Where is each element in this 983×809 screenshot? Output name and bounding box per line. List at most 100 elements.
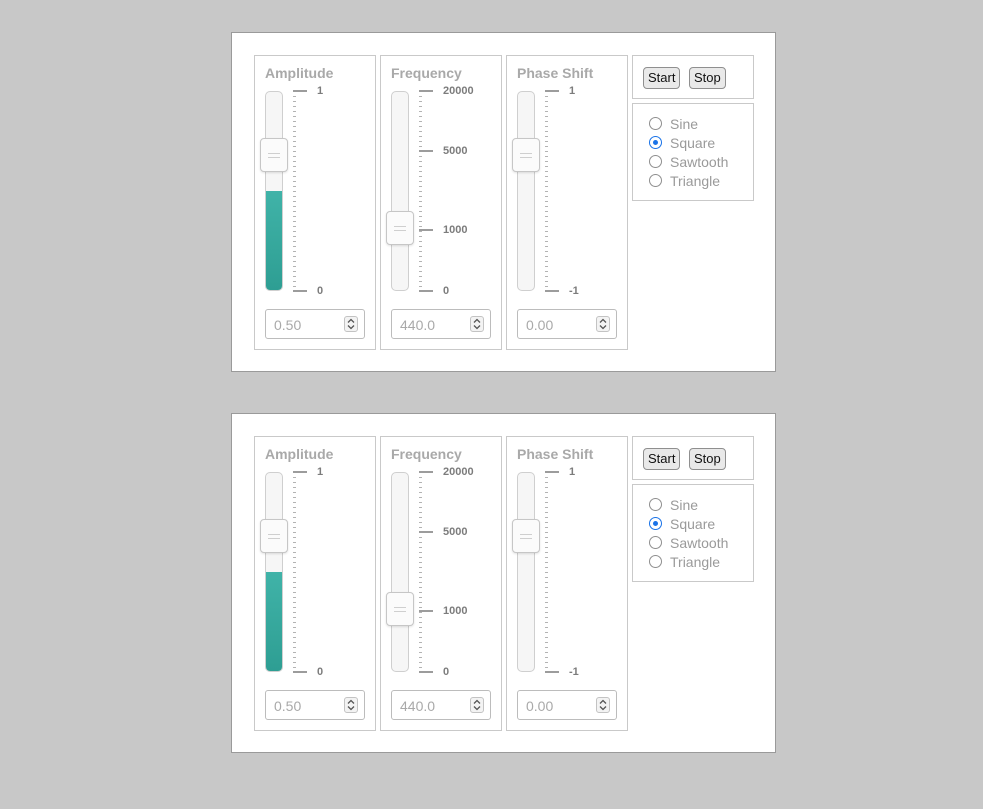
- minor-tick: [545, 216, 548, 217]
- minor-tick: [293, 617, 296, 618]
- minor-tick: [293, 191, 296, 192]
- frequency-tick-label: 1000: [443, 605, 468, 617]
- amplitude-number-input[interactable]: 0.50: [265, 690, 365, 720]
- start-button[interactable]: Start: [643, 448, 681, 470]
- minor-tick: [293, 637, 296, 638]
- minor-tick: [545, 602, 548, 603]
- phase-shift-number-input[interactable]: 0.00: [517, 309, 617, 339]
- spinner-icon[interactable]: [470, 697, 484, 713]
- minor-tick: [419, 542, 422, 543]
- spinner-icon[interactable]: [344, 697, 358, 713]
- radio-circle[interactable]: [649, 136, 662, 149]
- minor-tick: [293, 286, 296, 287]
- minor-tick: [419, 131, 422, 132]
- frequency-slider-track[interactable]: [391, 472, 409, 672]
- radio-circle[interactable]: [649, 155, 662, 168]
- radio-label: Square: [670, 135, 716, 151]
- major-tick: [293, 671, 307, 673]
- minor-tick: [545, 552, 548, 553]
- minor-tick: [419, 146, 422, 147]
- radio-circle[interactable]: [649, 555, 662, 568]
- major-tick: [419, 471, 433, 473]
- minor-tick: [545, 572, 548, 573]
- minor-tick: [545, 632, 548, 633]
- phase-shift-slider-track[interactable]: [517, 472, 535, 672]
- amplitude-slider-thumb[interactable]: [260, 519, 288, 553]
- minor-tick: [293, 657, 296, 658]
- minor-tick: [545, 652, 548, 653]
- phase-shift-value: 0.00: [526, 698, 554, 714]
- minor-tick: [545, 607, 548, 608]
- minor-tick: [419, 612, 422, 613]
- spinner-icon[interactable]: [596, 697, 610, 713]
- minor-tick: [545, 612, 548, 613]
- amplitude-tick-label: 1: [317, 85, 324, 97]
- minor-tick: [293, 146, 296, 147]
- frequency-tick-label: 5000: [443, 526, 468, 538]
- start-button[interactable]: Start: [643, 67, 681, 89]
- radio-circle[interactable]: [649, 536, 662, 549]
- minor-tick: [419, 201, 422, 202]
- minor-tick: [545, 522, 548, 523]
- frequency-value: 440.0: [400, 698, 436, 714]
- radio-circle[interactable]: [649, 517, 662, 530]
- phase-shift-slider-thumb[interactable]: [512, 519, 540, 553]
- minor-tick: [545, 497, 548, 498]
- minor-tick: [545, 507, 548, 508]
- major-tick: [545, 671, 559, 673]
- phase-shift-number-input[interactable]: 0.00: [517, 690, 617, 720]
- minor-tick: [545, 627, 548, 628]
- minor-tick: [419, 522, 422, 523]
- frequency-slider-thumb[interactable]: [386, 592, 414, 626]
- radio-circle[interactable]: [649, 117, 662, 130]
- oscillator-card: Amplitude 1 0 0.50 Frequency 20000 5000 1000 0 44…: [231, 413, 776, 753]
- minor-tick: [419, 567, 422, 568]
- minor-tick: [293, 477, 296, 478]
- minor-tick: [293, 572, 296, 573]
- amplitude-tick-label: 1: [317, 466, 324, 478]
- minor-tick: [293, 261, 296, 262]
- phase-shift-panel: Phase Shift 1 -1 0.00: [506, 55, 628, 350]
- minor-tick: [419, 116, 422, 117]
- minor-tick: [293, 607, 296, 608]
- spinner-icon[interactable]: [596, 316, 610, 332]
- stop-button[interactable]: Stop: [689, 67, 726, 89]
- minor-tick: [293, 587, 296, 588]
- phase-shift-slider-track[interactable]: [517, 91, 535, 291]
- spinner-icon[interactable]: [344, 316, 358, 332]
- stop-button[interactable]: Stop: [689, 448, 726, 470]
- minor-tick: [293, 206, 296, 207]
- minor-tick: [293, 492, 296, 493]
- minor-tick: [419, 637, 422, 638]
- frequency-slider-thumb[interactable]: [386, 211, 414, 245]
- frequency-slider-track[interactable]: [391, 91, 409, 291]
- frequency-number-input[interactable]: 440.0: [391, 309, 491, 339]
- minor-tick: [293, 151, 296, 152]
- amplitude-slider-thumb[interactable]: [260, 138, 288, 172]
- minor-tick: [545, 166, 548, 167]
- minor-tick: [293, 161, 296, 162]
- minor-tick: [293, 121, 296, 122]
- minor-tick: [545, 532, 548, 533]
- minor-tick: [293, 562, 296, 563]
- minor-tick: [293, 231, 296, 232]
- frequency-tick-label: 0: [443, 666, 450, 678]
- amplitude-panel: Amplitude 1 0 0.50: [254, 436, 376, 731]
- phase-shift-slider-thumb[interactable]: [512, 138, 540, 172]
- frequency-panel: Frequency 20000 5000 1000 0 440.0: [380, 436, 502, 731]
- radio-circle[interactable]: [649, 174, 662, 187]
- spinner-icon[interactable]: [470, 316, 484, 332]
- minor-tick: [293, 136, 296, 137]
- amplitude-slider-track[interactable]: [265, 91, 283, 291]
- amplitude-number-input[interactable]: 0.50: [265, 309, 365, 339]
- amplitude-slider-track[interactable]: [265, 472, 283, 672]
- minor-tick: [293, 522, 296, 523]
- major-tick: [419, 671, 433, 673]
- radio-circle[interactable]: [649, 498, 662, 511]
- minor-tick: [545, 251, 548, 252]
- minor-tick: [419, 166, 422, 167]
- frequency-number-input[interactable]: 440.0: [391, 690, 491, 720]
- minor-tick: [293, 537, 296, 538]
- major-tick: [419, 610, 433, 612]
- minor-tick: [419, 266, 422, 267]
